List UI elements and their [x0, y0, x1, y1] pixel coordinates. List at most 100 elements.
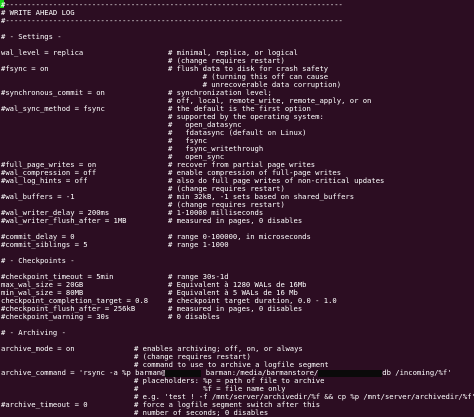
config-line: #wal_log_hints = off # also do full page …: [0, 177, 474, 185]
config-line: # fdatasync (default on Linux): [0, 129, 474, 137]
config-line: # WRITE AHEAD LOG: [0, 9, 474, 17]
config-line: #checkpoint_timeout = 5min # range 30s-1d: [0, 273, 474, 281]
config-setting: # - Checkpoints -: [1, 257, 75, 265]
config-line: # unrecoverable data corruption): [0, 81, 474, 89]
config-line: #checkpoint_warning = 30s # 0 disables: [0, 313, 474, 321]
config-setting: # WRITE AHEAD LOG: [1, 9, 75, 17]
config-comment: # 0 disables: [168, 313, 220, 321]
config-setting: #checkpoint_flush_after = 256kB: [1, 305, 136, 313]
config-setting: #wal_buffers = -1: [1, 193, 75, 201]
config-line: #---------------------------------------…: [0, 17, 474, 25]
config-comment: # fdatasync (default on Linux): [168, 129, 307, 137]
terminal-window[interactable]: #---------------------------------------…: [0, 0, 474, 417]
config-setting: archive_mode = on: [1, 345, 75, 353]
config-setting: # - Settings -: [1, 33, 62, 41]
config-comment: # recover from partial page writes: [168, 161, 316, 169]
config-line: # e.g. 'test ! -f /mnt/server/archivedir…: [0, 393, 474, 401]
config-line: [0, 41, 474, 49]
config-comment: # (change requires restart): [168, 201, 285, 209]
config-comment: # minimal, replica, or logical: [168, 49, 298, 57]
config-setting: #wal_writer_flush_after = 1MB: [1, 217, 127, 225]
config-line: # (change requires restart): [0, 201, 474, 209]
config-comment: # fsync: [168, 137, 207, 145]
config-line: # %f = file name only: [0, 385, 474, 393]
config-setting: #wal_log_hints = off: [1, 177, 88, 185]
config-comment: # force a logfile segment switch after t…: [134, 401, 321, 409]
config-comment: # fsync_writethrough: [168, 145, 264, 153]
config-line: #wal_compression = off # enable compressi…: [0, 169, 474, 177]
config-comment: # (change requires restart): [168, 57, 285, 65]
config-line: #wal_buffers = -1 # min 32kB, -1 sets bas…: [0, 193, 474, 201]
config-line: [0, 249, 474, 257]
config-comment: # placeholders: %p = path of file to arc…: [134, 377, 325, 385]
config-comment: # Equivalent à 5 WALs de 16 Mb: [168, 289, 298, 297]
config-comment: # the default is the first option: [168, 105, 311, 113]
config-setting: max_wal_size = 20GB: [1, 281, 84, 289]
config-line: [0, 321, 474, 329]
config-comment: # number of seconds; 0 disables: [134, 409, 269, 417]
config-setting: #commit_siblings = 5: [1, 241, 88, 249]
config-comment: # supported by the operating system:: [168, 113, 324, 121]
config-line: # number of seconds; 0 disables: [0, 409, 474, 417]
config-line: # fsync: [0, 137, 474, 145]
config-setting: #checkpoint_timeout = 5min: [1, 273, 114, 281]
config-line: #archive_timeout = 0 # force a logfile se…: [0, 401, 474, 409]
config-comment: # Equivalent à 1280 WALs de 16Mb: [168, 281, 307, 289]
redacted-host: [165, 369, 202, 377]
config-comment: # synchronization level;: [168, 89, 272, 97]
archive-command-part2: barman:/media/barmanstore/: [201, 369, 319, 377]
config-setting: #commit_delay = 0: [1, 233, 75, 241]
config-comment: # range 0-100000, in microseconds: [168, 233, 311, 241]
config-setting: #checkpoint_warning = 30s: [1, 313, 110, 321]
config-comment: # range 30s-1d: [168, 273, 229, 281]
config-comment: # open_sync: [168, 153, 225, 161]
archive-command-part1: archive_command = 'rsync -a %p barman@: [1, 369, 166, 377]
config-line: # (change requires restart): [0, 353, 474, 361]
config-comment: # range 1-1000: [168, 241, 229, 249]
config-setting: #wal_writer_delay = 200ms: [1, 209, 110, 217]
config-line: #commit_siblings = 5 # range 1-1000: [0, 241, 474, 249]
config-comment: # also do full page writes of non-critic…: [168, 177, 385, 185]
config-setting: #---------------------------------------…: [1, 17, 343, 25]
config-line: [0, 25, 474, 33]
config-setting: wal_level = replica: [1, 49, 84, 57]
config-comment: # measured in pages, 0 disables: [168, 305, 303, 313]
config-line: max_wal_size = 20GB # Equivalent à 1280 W…: [0, 281, 474, 289]
config-comment: # unrecoverable data corruption): [168, 81, 342, 89]
config-setting: #full_page_writes = on: [1, 161, 97, 169]
config-comment: # (turning this off can cause: [168, 73, 329, 81]
config-line: #full_page_writes = on # recover from par…: [0, 161, 474, 169]
config-line: min_wal_size = 80MB # Equivalent à 5 WALs…: [0, 289, 474, 297]
config-setting: #synchronous_commit = on: [1, 89, 105, 97]
config-line: # open_sync: [0, 153, 474, 161]
config-line: # (turning this off can cause: [0, 73, 474, 81]
config-comment: # (change requires restart): [134, 353, 251, 361]
config-setting: #---------------------------------------…: [1, 1, 343, 9]
config-line: #wal_writer_flush_after = 1MB # measured …: [0, 217, 474, 225]
config-setting: checkpoint_completion_target = 0.8: [1, 297, 149, 305]
config-line: #---------------------------------------…: [0, 1, 474, 9]
config-setting: #wal_sync_method = fsync: [1, 105, 105, 113]
config-line: #wal_sync_method = fsync # the default is…: [0, 105, 474, 113]
config-line: #wal_writer_delay = 200ms # 1-10000 milli…: [0, 209, 474, 217]
config-line: #checkpoint_flush_after = 256kB # measure…: [0, 305, 474, 313]
config-comment: # e.g. 'test ! -f /mnt/server/archivedir…: [134, 393, 474, 401]
config-line: # command to use to archive a logfile se…: [0, 361, 474, 369]
config-line: # supported by the operating system:: [0, 113, 474, 121]
config-line: #synchronous_commit = on # synchronizatio…: [0, 89, 474, 97]
config-line: archive_mode = on # enables archiving; of…: [0, 345, 474, 353]
config-setting: min_wal_size = 80MB: [1, 289, 84, 297]
config-comment: # flush data to disk for crash safety: [168, 65, 329, 73]
config-comment: # open_datasync: [168, 121, 242, 129]
config-comment: # enable compression of full-page writes: [168, 169, 342, 177]
config-setting: #fsync = on: [1, 65, 49, 73]
redacted-db: [318, 369, 383, 377]
archive-command-part3: db /incoming/%f': [382, 369, 452, 377]
config-line: [0, 225, 474, 233]
config-line: # - Settings -: [0, 33, 474, 41]
config-line: wal_level = replica # minimal, replica, o…: [0, 49, 474, 57]
config-comment: # %f = file name only: [134, 385, 286, 393]
archive-command-line: archive_command = 'rsync -a %p barman@ b…: [0, 369, 474, 377]
config-line: # off, local, remote_write, remote_apply…: [0, 97, 474, 105]
config-comment: # command to use to archive a logfile se…: [134, 361, 329, 369]
